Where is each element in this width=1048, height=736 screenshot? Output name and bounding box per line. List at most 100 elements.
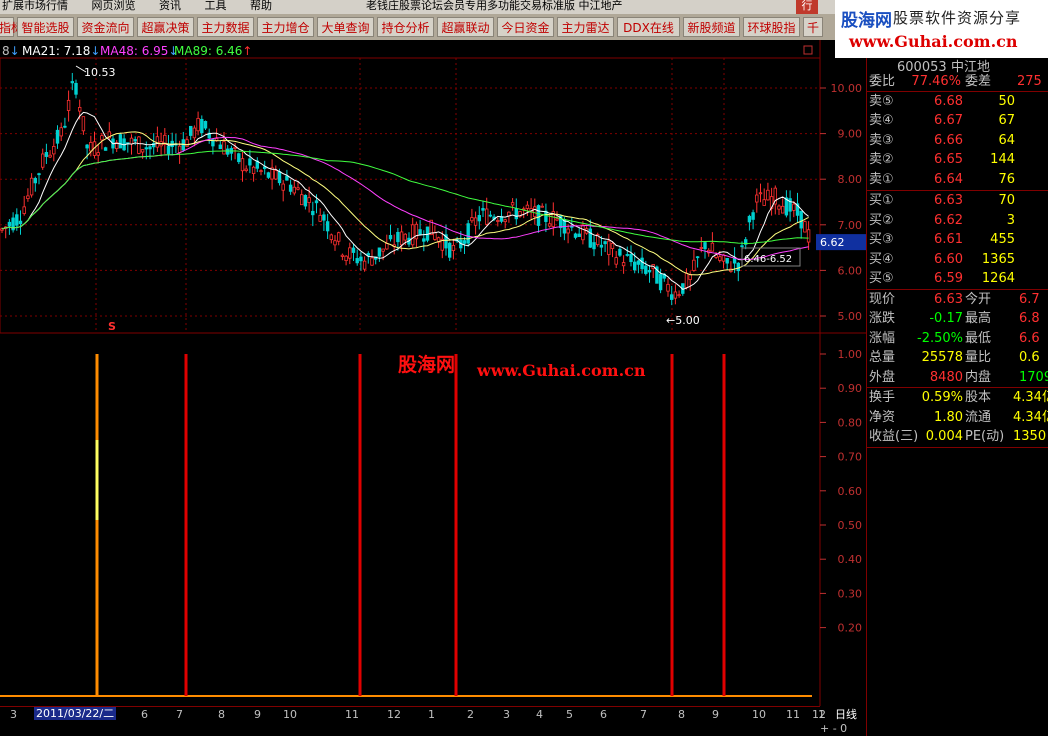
ma-line-89 bbox=[1, 150, 809, 245]
low-annotation: ←5.00 bbox=[666, 314, 700, 327]
stat-label-2: PE(动) bbox=[965, 429, 1005, 444]
toolbar-button-7[interactable]: 持仓分析 bbox=[377, 17, 434, 37]
candle-body bbox=[196, 118, 200, 132]
candle-body bbox=[274, 170, 278, 180]
quote-stat-row: 涨跌 -0.17 最高 6.8 bbox=[867, 309, 1048, 328]
candle-body bbox=[100, 135, 104, 141]
candle-body bbox=[237, 153, 241, 163]
candle-body bbox=[329, 234, 333, 241]
main-chart[interactable]: 10.00 9.00 8.00 7.00 6.00 5.00 6.62 10.53 ←5.00 6… bbox=[0, 40, 866, 736]
candle-body bbox=[636, 260, 641, 265]
sell-level-label: 卖⑤ bbox=[869, 93, 894, 109]
candle-body bbox=[144, 147, 148, 150]
menu-help[interactable]: 帮助 bbox=[250, 0, 272, 12]
weicha-label: 委差 bbox=[965, 74, 992, 89]
toolbar-button-2[interactable]: 资金流向 bbox=[77, 17, 134, 37]
sell-level-label: 卖① bbox=[869, 171, 894, 187]
candle-body bbox=[336, 232, 341, 242]
candle-body bbox=[503, 219, 507, 223]
candle-body bbox=[288, 184, 293, 192]
last-price-tag-text: 6.62 bbox=[820, 236, 845, 249]
quote-stat-row: 外盘 8480 内盘 1709 bbox=[867, 368, 1048, 387]
ma48-label: MA48: 6.95↓ bbox=[100, 44, 179, 58]
stat-label-2: 今开 bbox=[965, 291, 992, 307]
candle-body bbox=[573, 233, 578, 238]
candle-body bbox=[625, 254, 629, 256]
toolbar-button-6[interactable]: 大单查询 bbox=[317, 17, 374, 37]
candle-body bbox=[322, 214, 326, 221]
menu-tools[interactable]: 工具 bbox=[205, 0, 227, 12]
candle-body bbox=[670, 294, 674, 300]
candle-body bbox=[673, 291, 678, 299]
zoom-controls[interactable]: + - 0 bbox=[820, 722, 866, 736]
indicator-tick-label: 0.50 bbox=[838, 519, 863, 532]
candle-body bbox=[618, 248, 622, 256]
buy-level-row: 买① 6.63 70 bbox=[867, 191, 1048, 210]
candle-body bbox=[536, 205, 541, 226]
menu-extended-market[interactable]: 扩展市场行情 bbox=[2, 0, 68, 12]
ma-legend-period: 8↓ bbox=[2, 44, 20, 58]
candle-body bbox=[89, 142, 93, 152]
stat-value-2: 6.7 bbox=[1019, 291, 1040, 307]
selected-date[interactable]: 2011/03/22/二 bbox=[34, 707, 117, 721]
candle-body bbox=[103, 147, 108, 151]
toolbar-button-14[interactable]: 千 bbox=[803, 17, 823, 37]
sell-level-label: 卖④ bbox=[869, 113, 894, 128]
price-tick-label: 5.00 bbox=[838, 310, 863, 323]
toolbar-button-9[interactable]: 今日资金 bbox=[497, 17, 554, 37]
candle-body bbox=[755, 194, 759, 203]
quote-stat-row: 净资 1.80流通 4.34亿 bbox=[867, 408, 1048, 427]
candle-body bbox=[684, 272, 689, 288]
candle-body bbox=[588, 228, 592, 248]
logo-brand: 股海网 bbox=[841, 11, 892, 31]
candle-body bbox=[70, 81, 74, 84]
candle-body bbox=[351, 247, 356, 253]
sell-level-label: 卖② bbox=[869, 152, 894, 167]
toolbar-button-10[interactable]: 主力雷达 bbox=[557, 17, 614, 37]
menu-news[interactable]: 资讯 bbox=[159, 0, 181, 12]
candle-body bbox=[37, 173, 41, 176]
candle-body bbox=[233, 146, 237, 149]
candle-body bbox=[418, 229, 422, 235]
menu-items: 扩展市场行情 网页浏览 资讯 工具 帮助 bbox=[2, 0, 292, 12]
toolbar-button-11[interactable]: DDX在线 bbox=[617, 17, 680, 37]
candle-body bbox=[59, 127, 63, 137]
signal-indicator-layer: 1.00 0.90 0.80 0.70 0.60 0.50 0.40 0.30 0.20 bbox=[0, 348, 863, 697]
toolbar-button-5[interactable]: 主力增仓 bbox=[257, 17, 314, 37]
candle-body bbox=[366, 253, 370, 256]
candle-body bbox=[607, 240, 611, 255]
candle-body bbox=[33, 178, 37, 184]
toolbar-button-8[interactable]: 超赢联动 bbox=[437, 17, 494, 37]
price-tick-label: 6.00 bbox=[838, 264, 863, 277]
candle-body bbox=[525, 204, 530, 209]
period-selector[interactable]: 日线 bbox=[826, 706, 866, 721]
stat-label: 收益(三) bbox=[869, 429, 919, 444]
candle-body bbox=[203, 121, 208, 129]
stat-label: 换手 bbox=[869, 390, 896, 405]
toolbar-button-0[interactable]: 指标源 bbox=[0, 17, 35, 37]
toolbar-button-4[interactable]: 主力数据 bbox=[197, 17, 254, 37]
buy-volume: 70 bbox=[998, 193, 1015, 208]
stat-label: 净资 bbox=[869, 409, 896, 425]
stat-label: 涨幅 bbox=[869, 330, 896, 346]
candle-body bbox=[148, 146, 152, 150]
candle-body bbox=[344, 255, 348, 262]
candle-body bbox=[721, 254, 726, 262]
stat-value-2: 0.6 bbox=[1019, 350, 1040, 365]
buy-level-label: 买④ bbox=[869, 251, 894, 267]
menu-web-browse[interactable]: 网页浏览 bbox=[92, 0, 136, 12]
candle-body bbox=[544, 210, 548, 222]
candle-body bbox=[74, 82, 78, 95]
stat-label-2: 流通 bbox=[965, 409, 992, 425]
candle-body bbox=[78, 107, 82, 112]
toolbar-button-12[interactable]: 新股频道 bbox=[683, 17, 740, 37]
toolbar-button-3[interactable]: 超赢决策 bbox=[137, 17, 194, 37]
toolbar-button-1[interactable]: 智能选股 bbox=[17, 17, 74, 37]
price-tick-label: 9.00 bbox=[838, 128, 863, 141]
candle-body bbox=[44, 152, 49, 157]
toolbar-button-13[interactable]: 环球股指 bbox=[743, 17, 800, 37]
sell-volume: 144 bbox=[990, 152, 1015, 167]
candle-body bbox=[355, 258, 359, 264]
quote-button[interactable]: 行 bbox=[796, 0, 818, 14]
candle-body bbox=[703, 242, 707, 250]
